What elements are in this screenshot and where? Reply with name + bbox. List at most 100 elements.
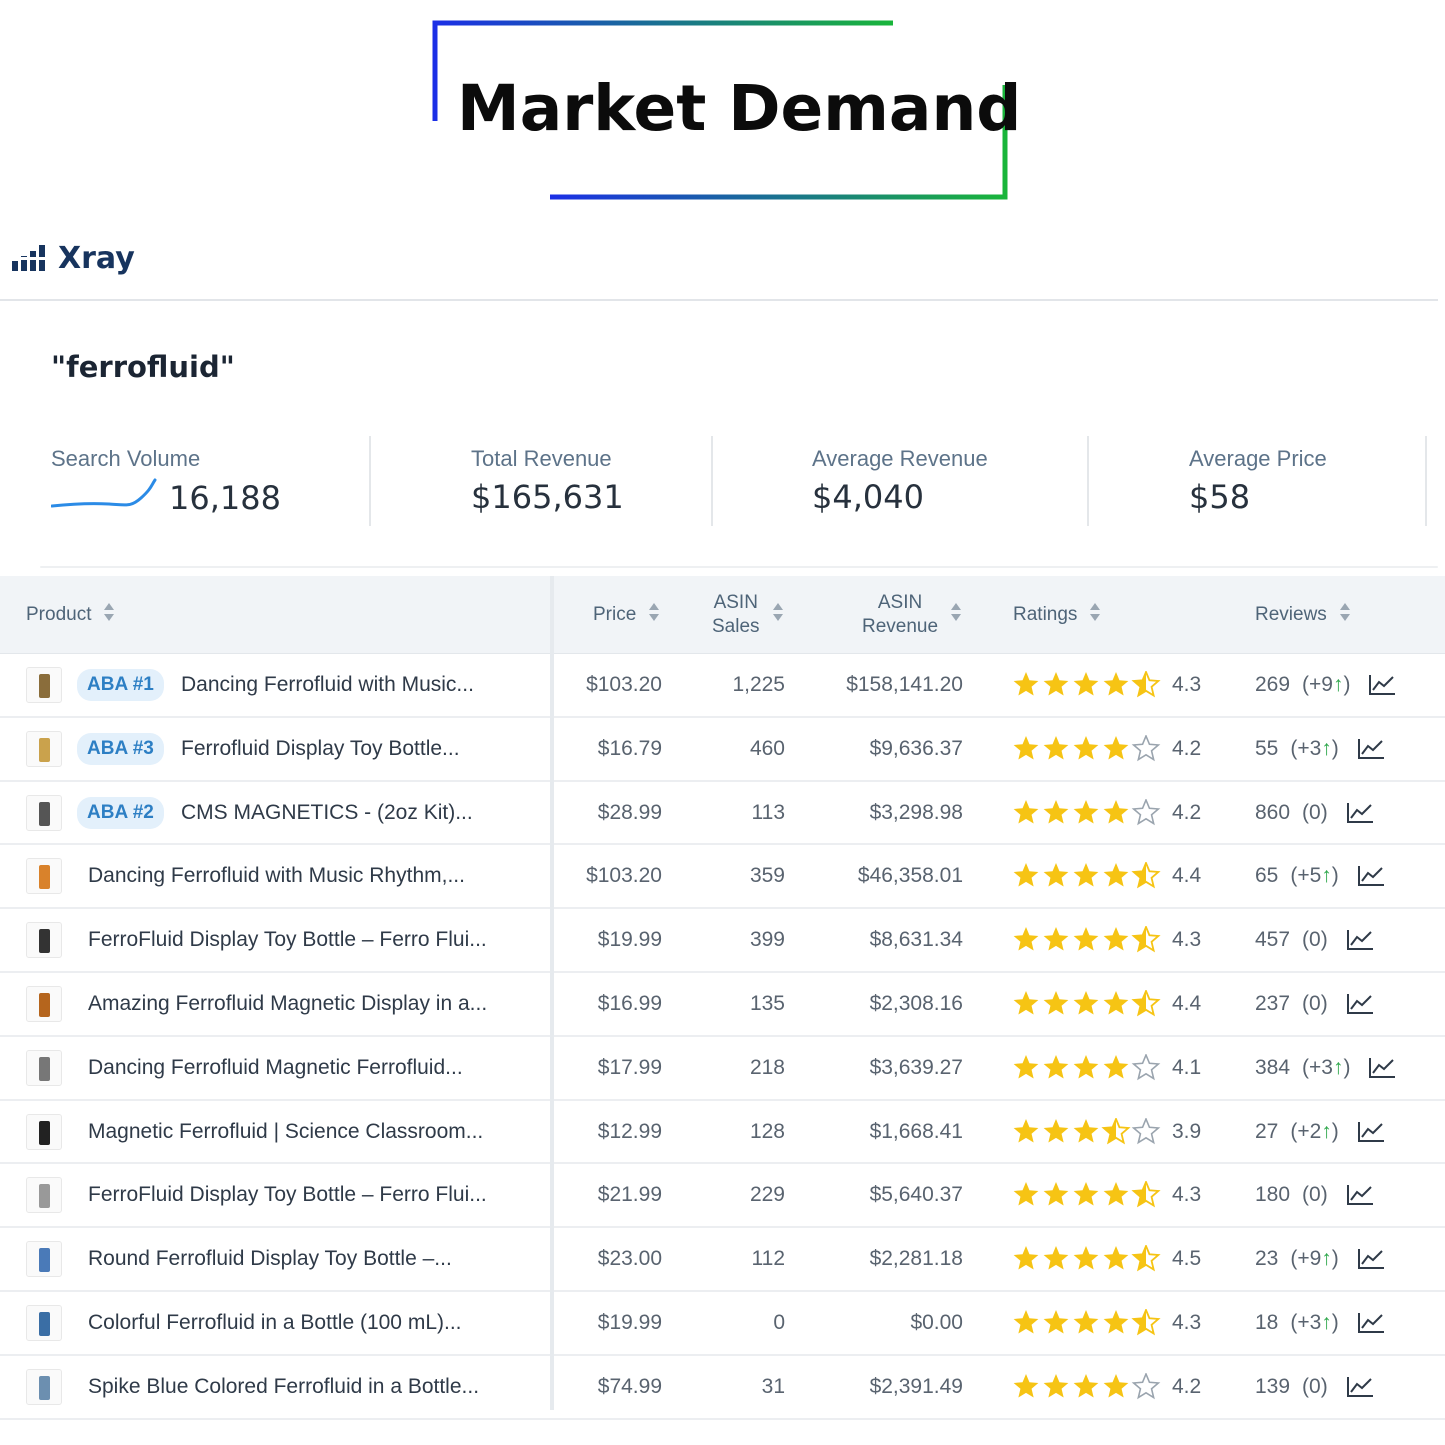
star-icon — [1073, 672, 1099, 696]
stat-search-volume: Search Volume 16,188 — [51, 446, 281, 518]
cell-text: ABA #2 — [77, 796, 164, 829]
product-thumbnail[interactable] — [26, 909, 64, 971]
product-name-link[interactable]: Dancing Ferrofluid with Music Rhythm,... — [88, 845, 465, 907]
table-row[interactable]: ABA #1 Dancing Ferrofluid with Music... $1… — [0, 654, 1445, 718]
star-icon — [1013, 1054, 1039, 1079]
cell-text: $2,391.49 — [869, 1374, 963, 1398]
table-row[interactable]: Dancing Ferrofluid with Music Rhythm,...… — [0, 845, 1445, 910]
table-row[interactable]: Amazing Ferrofluid Magnetic Display in a… — [0, 973, 1445, 1037]
product-name-link[interactable]: Amazing Ferrofluid Magnetic Display in a… — [88, 973, 487, 1035]
column-header-asin-revenue[interactable]: ASIN Revenue — [862, 576, 962, 654]
cell-text: Round Ferrofluid Display Toy Bottle –... — [88, 1247, 452, 1271]
product-name-link[interactable]: Colorful Ferrofluid in a Bottle (100 mL)… — [88, 1292, 462, 1354]
product-thumbnail[interactable] — [26, 654, 64, 716]
table-header: Product Price ASIN Sales ASIN Revenue Ra… — [0, 576, 1445, 654]
table-row[interactable]: Round Ferrofluid Display Toy Bottle –...… — [0, 1228, 1445, 1292]
product-thumbnail[interactable] — [26, 782, 64, 844]
trend-chart-icon[interactable] — [1346, 992, 1374, 1016]
table-row[interactable]: ABA #3 Ferrofluid Display Toy Bottle... $1… — [0, 718, 1445, 782]
product-name-link[interactable]: Round Ferrofluid Display Toy Bottle –... — [88, 1228, 452, 1290]
star-icon — [1043, 735, 1069, 760]
cell-text: 229 — [749, 1183, 785, 1207]
column-header-price[interactable]: Price — [593, 576, 660, 654]
stat-label: Search Volume — [51, 446, 201, 471]
trend-chart-icon[interactable] — [1346, 928, 1374, 952]
product-thumbnail[interactable] — [26, 718, 64, 780]
product-thumbnail[interactable] — [26, 1292, 64, 1354]
product-name-link[interactable]: Magnetic Ferrofluid | Science Classroom.… — [88, 1101, 483, 1163]
column-header-product[interactable]: Product — [26, 576, 115, 654]
trend-chart-icon[interactable] — [1357, 864, 1385, 888]
header-label: Price — [593, 604, 637, 625]
star-icon — [1043, 799, 1069, 824]
trend-chart-icon[interactable] — [1346, 801, 1374, 825]
sort-icon[interactable] — [1089, 602, 1101, 628]
cell-text: $3,298.98 — [869, 800, 963, 824]
table-row[interactable]: FerroFluid Display Toy Bottle – Ferro Fl… — [0, 909, 1445, 973]
cell-text: 4.3 — [1172, 928, 1202, 952]
sort-icon[interactable] — [103, 602, 115, 628]
up-arrow-icon: ↑ — [1321, 1310, 1332, 1334]
product-name-link[interactable]: Dancing Ferrofluid Magnetic Ferrofluid..… — [88, 1037, 463, 1099]
product-thumbnail[interactable] — [26, 845, 64, 907]
column-header-asin-sales[interactable]: ASIN Sales — [712, 576, 784, 654]
trend-chart-icon[interactable] — [1368, 673, 1396, 697]
product-thumbnail[interactable] — [26, 1164, 64, 1226]
product-thumbnail[interactable] — [26, 1228, 64, 1290]
star-icon — [1103, 927, 1129, 951]
reviews-cell: 27 (+2↑) — [1255, 1101, 1385, 1163]
table-row[interactable]: Magnetic Ferrofluid | Science Classroom.… — [0, 1101, 1445, 1165]
column-header-ratings[interactable]: Ratings — [1013, 576, 1101, 654]
product-name-link[interactable]: FerroFluid Display Toy Bottle – Ferro Fl… — [88, 909, 487, 971]
sort-icon[interactable] — [950, 602, 962, 628]
cell-text: $2,308.16 — [869, 991, 963, 1015]
product-name-link[interactable]: Spike Blue Colored Ferrofluid in a Bottl… — [88, 1356, 479, 1418]
product-thumbnail[interactable] — [26, 1356, 64, 1418]
sort-icon[interactable] — [1339, 602, 1351, 628]
trend-chart-icon[interactable] — [1357, 1120, 1385, 1144]
xray-brand[interactable]: Xray — [12, 238, 135, 278]
sort-icon[interactable] — [648, 602, 660, 628]
star-icon — [1013, 672, 1039, 696]
star-icon — [1013, 1309, 1039, 1334]
product-thumbnail[interactable] — [26, 1101, 64, 1163]
rating-stars — [1012, 973, 1162, 1035]
product-thumbnail[interactable] — [26, 1037, 64, 1099]
cell-text: $12.99 — [597, 1119, 662, 1143]
table-row[interactable]: Spike Blue Colored Ferrofluid in a Bottl… — [0, 1356, 1445, 1420]
trend-chart-icon[interactable] — [1357, 737, 1385, 761]
header-line: Sales — [712, 616, 760, 637]
product-name-link[interactable]: Ferrofluid Display Toy Bottle... — [181, 718, 460, 780]
sort-icon[interactable] — [772, 602, 784, 628]
trend-chart-icon[interactable] — [1368, 1056, 1396, 1080]
header-label: Product — [26, 604, 92, 625]
product-name-link[interactable]: FerroFluid Display Toy Bottle – Ferro Fl… — [88, 1164, 487, 1226]
table-row[interactable]: Colorful Ferrofluid in a Bottle (100 mL)… — [0, 1292, 1445, 1356]
search-volume-trend-icon — [51, 478, 157, 508]
column-header-reviews[interactable]: Reviews — [1255, 576, 1351, 654]
product-thumbnail[interactable] — [26, 973, 64, 1035]
trend-chart-icon[interactable] — [1357, 1311, 1385, 1335]
stat-value: $58 — [1189, 478, 1251, 516]
trend-chart-icon[interactable] — [1346, 1183, 1374, 1207]
star-icon — [1131, 1117, 1161, 1144]
cell-text: 135 — [749, 991, 785, 1015]
cell-text: (+3 — [1290, 1310, 1322, 1334]
trend-chart-icon[interactable] — [1346, 1375, 1374, 1399]
product-name-link[interactable]: CMS MAGNETICS - (2oz Kit)... — [181, 782, 473, 844]
star-icon — [1073, 799, 1099, 824]
cell-text: $19.99 — [597, 1310, 662, 1334]
table-row[interactable]: ABA #2 CMS MAGNETICS - (2oz Kit)... $28.99… — [0, 782, 1445, 846]
rating-stars — [1012, 782, 1162, 844]
cell-text: (0) — [1302, 800, 1328, 824]
reviews-cell: 18 (+3↑) — [1255, 1292, 1385, 1354]
asin-revenue-cell: $158,141.20 — [815, 654, 963, 716]
product-name-link[interactable]: Dancing Ferrofluid with Music... — [181, 654, 474, 716]
reviews-count: 860 — [1255, 800, 1291, 824]
table-row[interactable]: FerroFluid Display Toy Bottle – Ferro Fl… — [0, 1164, 1445, 1229]
table-row[interactable]: Dancing Ferrofluid Magnetic Ferrofluid..… — [0, 1037, 1445, 1101]
reviews-cell: 65 (+5↑) — [1255, 845, 1385, 907]
trend-chart-icon[interactable] — [1357, 1247, 1385, 1271]
star-icon — [1043, 1246, 1069, 1270]
reviews-cell: 457 (0) — [1255, 909, 1374, 971]
